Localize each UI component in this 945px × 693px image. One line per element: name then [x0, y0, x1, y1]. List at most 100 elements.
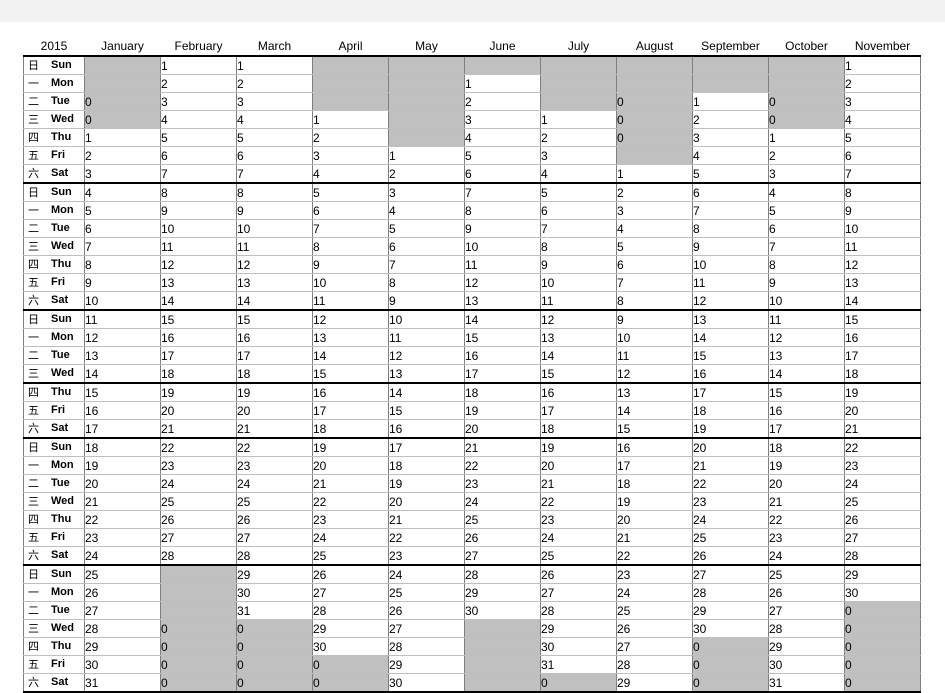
date-cell[interactable]: 16 — [84, 401, 161, 420]
date-cell[interactable]: 27 — [540, 583, 617, 602]
date-cell[interactable]: 0 — [692, 673, 769, 693]
date-cell[interactable]: 4 — [616, 219, 693, 238]
date-cell[interactable]: 8 — [844, 182, 921, 202]
date-cell[interactable]: 6 — [540, 201, 617, 220]
date-cell[interactable]: 25 — [388, 583, 465, 602]
date-cell[interactable]: 11 — [464, 255, 541, 274]
date-cell[interactable]: 18 — [464, 382, 541, 402]
date-cell[interactable]: 28 — [692, 583, 769, 602]
date-cell[interactable]: 0 — [844, 655, 921, 674]
date-cell[interactable]: 8 — [84, 255, 161, 274]
date-cell[interactable]: 8 — [616, 291, 693, 311]
date-cell[interactable]: 12 — [844, 255, 921, 274]
date-cell[interactable]: 10 — [768, 291, 845, 311]
date-cell[interactable]: 16 — [388, 419, 465, 439]
date-cell[interactable]: 26 — [464, 528, 541, 547]
date-cell[interactable]: 16 — [160, 328, 237, 347]
date-cell[interactable] — [768, 74, 845, 93]
date-cell[interactable]: 0 — [312, 673, 389, 693]
date-cell[interactable]: 6 — [616, 255, 693, 274]
date-cell[interactable]: 27 — [160, 528, 237, 547]
date-cell[interactable]: 12 — [388, 346, 465, 365]
date-cell[interactable]: 24 — [768, 546, 845, 566]
date-cell[interactable]: 10 — [160, 219, 237, 238]
date-cell[interactable]: 22 — [844, 437, 921, 457]
date-cell[interactable]: 17 — [312, 401, 389, 420]
date-cell[interactable]: 18 — [160, 364, 237, 384]
date-cell[interactable]: 0 — [768, 110, 845, 129]
date-cell[interactable]: 23 — [160, 456, 237, 475]
date-cell[interactable]: 25 — [236, 492, 313, 511]
date-cell[interactable]: 15 — [236, 309, 313, 329]
date-cell[interactable]: 1 — [160, 55, 237, 75]
date-cell[interactable]: 8 — [768, 255, 845, 274]
date-cell[interactable] — [160, 583, 237, 602]
date-cell[interactable] — [768, 55, 845, 75]
date-cell[interactable]: 4 — [236, 110, 313, 129]
date-cell[interactable]: 2 — [768, 146, 845, 165]
date-cell[interactable]: 5 — [616, 237, 693, 256]
date-cell[interactable]: 20 — [844, 401, 921, 420]
date-cell[interactable]: 9 — [768, 273, 845, 292]
date-cell[interactable]: 21 — [692, 456, 769, 475]
date-cell[interactable]: 13 — [616, 382, 693, 402]
date-cell[interactable]: 0 — [236, 673, 313, 693]
date-cell[interactable] — [312, 55, 389, 75]
date-cell[interactable]: 21 — [616, 528, 693, 547]
date-cell[interactable]: 4 — [312, 164, 389, 184]
date-cell[interactable]: 11 — [312, 291, 389, 311]
date-cell[interactable]: 30 — [84, 655, 161, 674]
date-cell[interactable]: 4 — [768, 182, 845, 202]
date-cell[interactable]: 27 — [84, 601, 161, 620]
date-cell[interactable]: 10 — [84, 291, 161, 311]
date-cell[interactable]: 15 — [160, 309, 237, 329]
date-cell[interactable]: 24 — [616, 583, 693, 602]
date-cell[interactable]: 29 — [312, 619, 389, 638]
date-cell[interactable]: 19 — [236, 382, 313, 402]
date-cell[interactable]: 9 — [464, 219, 541, 238]
date-cell[interactable]: 7 — [464, 182, 541, 202]
date-cell[interactable]: 0 — [236, 619, 313, 638]
date-cell[interactable]: 6 — [160, 146, 237, 165]
date-cell[interactable] — [312, 74, 389, 93]
date-cell[interactable]: 14 — [160, 291, 237, 311]
date-cell[interactable]: 10 — [236, 219, 313, 238]
date-cell[interactable]: 3 — [312, 146, 389, 165]
date-cell[interactable]: 2 — [844, 74, 921, 93]
date-cell[interactable]: 20 — [236, 401, 313, 420]
date-cell[interactable]: 0 — [844, 619, 921, 638]
date-cell[interactable]: 3 — [692, 128, 769, 147]
date-cell[interactable]: 23 — [540, 510, 617, 529]
date-cell[interactable]: 21 — [844, 419, 921, 439]
date-cell[interactable] — [616, 146, 693, 165]
date-cell[interactable]: 1 — [84, 128, 161, 147]
date-cell[interactable]: 9 — [84, 273, 161, 292]
date-cell[interactable]: 25 — [692, 528, 769, 547]
date-cell[interactable]: 9 — [844, 201, 921, 220]
date-cell[interactable] — [388, 110, 465, 129]
date-cell[interactable]: 14 — [84, 364, 161, 384]
date-cell[interactable]: 19 — [160, 382, 237, 402]
date-cell[interactable]: 7 — [616, 273, 693, 292]
date-cell[interactable]: 10 — [540, 273, 617, 292]
date-cell[interactable]: 0 — [236, 655, 313, 674]
date-cell[interactable]: 4 — [160, 110, 237, 129]
date-cell[interactable]: 28 — [388, 637, 465, 656]
date-cell[interactable]: 27 — [616, 637, 693, 656]
date-cell[interactable]: 21 — [236, 419, 313, 439]
date-cell[interactable]: 12 — [540, 309, 617, 329]
date-cell[interactable]: 4 — [844, 110, 921, 129]
date-cell[interactable]: 9 — [160, 201, 237, 220]
date-cell[interactable]: 7 — [84, 237, 161, 256]
date-cell[interactable]: 26 — [312, 564, 389, 584]
date-cell[interactable]: 23 — [692, 492, 769, 511]
date-cell[interactable]: 17 — [84, 419, 161, 439]
date-cell[interactable]: 10 — [844, 219, 921, 238]
date-cell[interactable]: 17 — [768, 419, 845, 439]
date-cell[interactable]: 16 — [540, 382, 617, 402]
date-cell[interactable]: 28 — [160, 546, 237, 566]
date-cell[interactable]: 20 — [464, 419, 541, 439]
date-cell[interactable]: 15 — [616, 419, 693, 439]
date-cell[interactable]: 19 — [84, 456, 161, 475]
date-cell[interactable]: 13 — [540, 328, 617, 347]
